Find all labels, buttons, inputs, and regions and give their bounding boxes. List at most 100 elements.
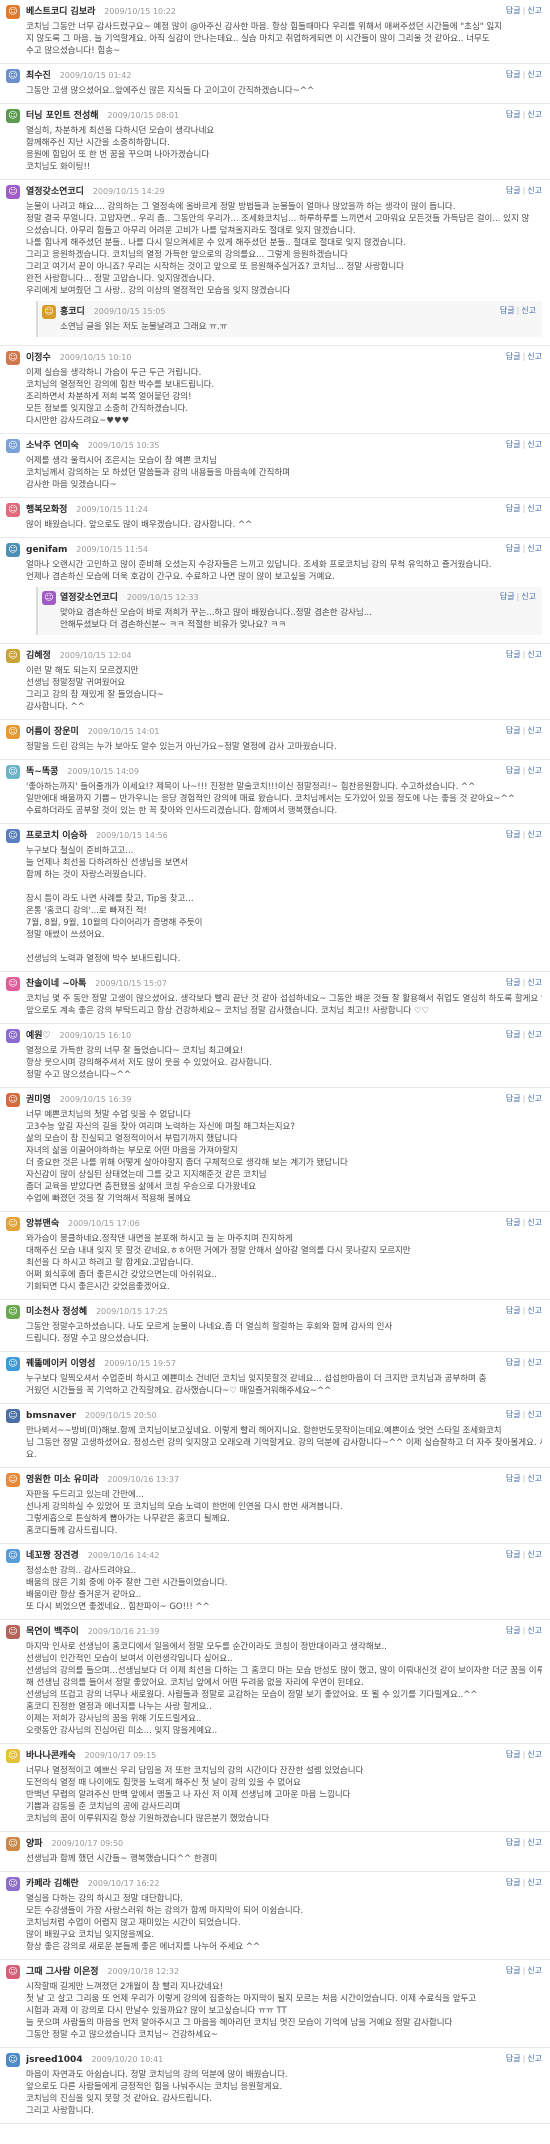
report-link[interactable]: 신고: [527, 1030, 542, 1039]
comment-author[interactable]: bmsnaver: [26, 1411, 76, 1421]
report-link[interactable]: 신고: [527, 1358, 542, 1367]
reply-link[interactable]: 답글: [506, 766, 521, 775]
report-link[interactable]: 신고: [527, 1838, 542, 1847]
report-link[interactable]: 신고: [527, 6, 542, 15]
reply-link[interactable]: 답글: [506, 978, 521, 987]
avatar: ☺: [6, 1473, 20, 1487]
comment-author[interactable]: 네꼬짱 장견경: [26, 1551, 79, 1561]
reply-link[interactable]: 답글: [506, 110, 521, 119]
comment-author[interactable]: 행복모화정: [26, 505, 67, 515]
report-link[interactable]: 신고: [527, 1966, 542, 1975]
reply-link[interactable]: 답글: [506, 650, 521, 659]
report-link[interactable]: 신고: [527, 650, 542, 659]
comment-author[interactable]: 프로코치 이승하: [26, 831, 87, 841]
report-link[interactable]: 신고: [527, 1474, 542, 1483]
comment-author[interactable]: 그때 그사람 이은정: [26, 1967, 99, 1977]
reply-link[interactable]: 답글: [506, 1626, 521, 1635]
report-link[interactable]: 신고: [527, 504, 542, 513]
report-link[interactable]: 신고: [527, 726, 542, 735]
comment-item: ☺ 꿰뚫메이커 이영성 2009/10/15 19:57 답글 | 신고 누구보다 …: [0, 1352, 550, 1404]
reply-link[interactable]: 답글: [506, 544, 521, 553]
reply-link[interactable]: 답글: [506, 440, 521, 449]
report-link[interactable]: 신고: [527, 186, 542, 195]
report-link[interactable]: 신고: [527, 1550, 542, 1559]
report-link[interactable]: 신고: [527, 766, 542, 775]
comment-author[interactable]: genifam: [26, 545, 67, 555]
comment-author[interactable]: 터닝 포인트 전성해: [26, 111, 99, 121]
report-link[interactable]: 신고: [527, 352, 542, 361]
avatar: ☺: [6, 1217, 20, 1231]
report-link[interactable]: 신고: [527, 1626, 542, 1635]
report-link[interactable]: 신고: [527, 2054, 542, 2063]
comment-text-line: 얼마나 오랜시간 고민하고 많이 준비해 오셨는지 수강자들은 느끼고 있답니다…: [26, 560, 492, 570]
comment-header: 행복모화정 2009/10/15 11:24: [26, 503, 542, 517]
comment-author[interactable]: 앙뷰맨숙: [26, 1219, 59, 1229]
reply-link[interactable]: 답글: [506, 830, 521, 839]
comment-author[interactable]: 똑~똑콩: [26, 767, 58, 777]
report-link[interactable]: 신고: [527, 1878, 542, 1887]
comment-author[interactable]: 최수진: [26, 71, 51, 81]
comment-actions: 답글 | 신고: [506, 725, 542, 736]
comment-author[interactable]: 예원♡: [26, 1031, 51, 1041]
comment-author[interactable]: jsreed1004: [26, 2055, 83, 2065]
report-link[interactable]: 신고: [521, 592, 536, 601]
avatar: ☺: [6, 503, 20, 517]
comment-author[interactable]: 어름이 장운미: [26, 727, 79, 737]
comment-author[interactable]: 꿰뚫메이커 이영성: [26, 1359, 95, 1369]
action-separator: |: [522, 1550, 526, 1559]
reply-link[interactable]: 답글: [506, 1030, 521, 1039]
report-link[interactable]: 신고: [527, 1218, 542, 1227]
reply-link[interactable]: 답글: [506, 1750, 521, 1759]
reply-link[interactable]: 답글: [506, 2054, 521, 2063]
comment-author[interactable]: 영원한 미소 유미라: [26, 1475, 99, 1485]
reply-link[interactable]: 답글: [506, 504, 521, 513]
reply-link[interactable]: 답글: [506, 726, 521, 735]
report-link[interactable]: 신고: [527, 70, 542, 79]
comment-author[interactable]: 홍코디: [60, 307, 85, 317]
report-link[interactable]: 신고: [527, 978, 542, 987]
report-link[interactable]: 신고: [527, 1410, 542, 1419]
comment-author[interactable]: 찬솔이네 ~아톡: [26, 979, 86, 989]
comment-author[interactable]: 소낙주 연미숙: [26, 441, 79, 451]
comment-author[interactable]: 열정갖소연코디: [26, 187, 84, 197]
report-link[interactable]: 신고: [527, 1306, 542, 1315]
reply-link[interactable]: 답글: [506, 70, 521, 79]
report-link[interactable]: 신고: [527, 1750, 542, 1759]
reply-link[interactable]: 답글: [506, 1094, 521, 1103]
comment-author[interactable]: 이정수: [26, 353, 51, 363]
comment-text-line: 함께해주신 지난 시간을 소중히하합니다.: [26, 138, 170, 148]
reply-link[interactable]: 답글: [506, 6, 521, 15]
comment-author[interactable]: 베스트코디 김보라: [26, 7, 95, 17]
reply-link[interactable]: 답글: [506, 186, 521, 195]
comment-author[interactable]: 카페라 김해란: [26, 1879, 79, 1889]
comment-author[interactable]: 열정갖소연코디: [60, 593, 118, 603]
comment-author[interactable]: 미소천사 정성혜: [26, 1307, 87, 1317]
comment-author[interactable]: 김혜정: [26, 651, 51, 661]
comment-author[interactable]: 목연이 백주이: [26, 1627, 79, 1637]
reply-link[interactable]: 답글: [506, 1218, 521, 1227]
report-link[interactable]: 신고: [527, 544, 542, 553]
reply-link[interactable]: 답글: [506, 1410, 521, 1419]
reply-link[interactable]: 답글: [506, 352, 521, 361]
comment-author[interactable]: 권미영: [26, 1095, 51, 1105]
reply-link[interactable]: 답글: [506, 1838, 521, 1847]
report-link[interactable]: 신고: [527, 110, 542, 119]
reply-link[interactable]: 답글: [500, 306, 515, 315]
avatar: ☺: [6, 351, 20, 365]
reply-link[interactable]: 답글: [506, 1306, 521, 1315]
reply-link[interactable]: 답글: [506, 1474, 521, 1483]
comment-author[interactable]: 양파: [26, 1839, 43, 1849]
report-link[interactable]: 신고: [527, 440, 542, 449]
report-link[interactable]: 신고: [527, 1094, 542, 1103]
reply-link[interactable]: 답글: [506, 1550, 521, 1559]
reply-link[interactable]: 답글: [500, 592, 515, 601]
reply-link[interactable]: 답글: [506, 1966, 521, 1975]
avatar: ☺: [6, 1877, 20, 1891]
reply-link[interactable]: 답글: [506, 1358, 521, 1367]
reply-link[interactable]: 답글: [506, 1878, 521, 1887]
report-link[interactable]: 신고: [521, 306, 536, 315]
avatar: ☺: [42, 591, 56, 605]
report-link[interactable]: 신고: [527, 830, 542, 839]
comment-author[interactable]: 바나나콘캐숙: [26, 1751, 76, 1761]
comment-header: 미소천사 정성혜 2009/10/15 17:25: [26, 1305, 542, 1319]
